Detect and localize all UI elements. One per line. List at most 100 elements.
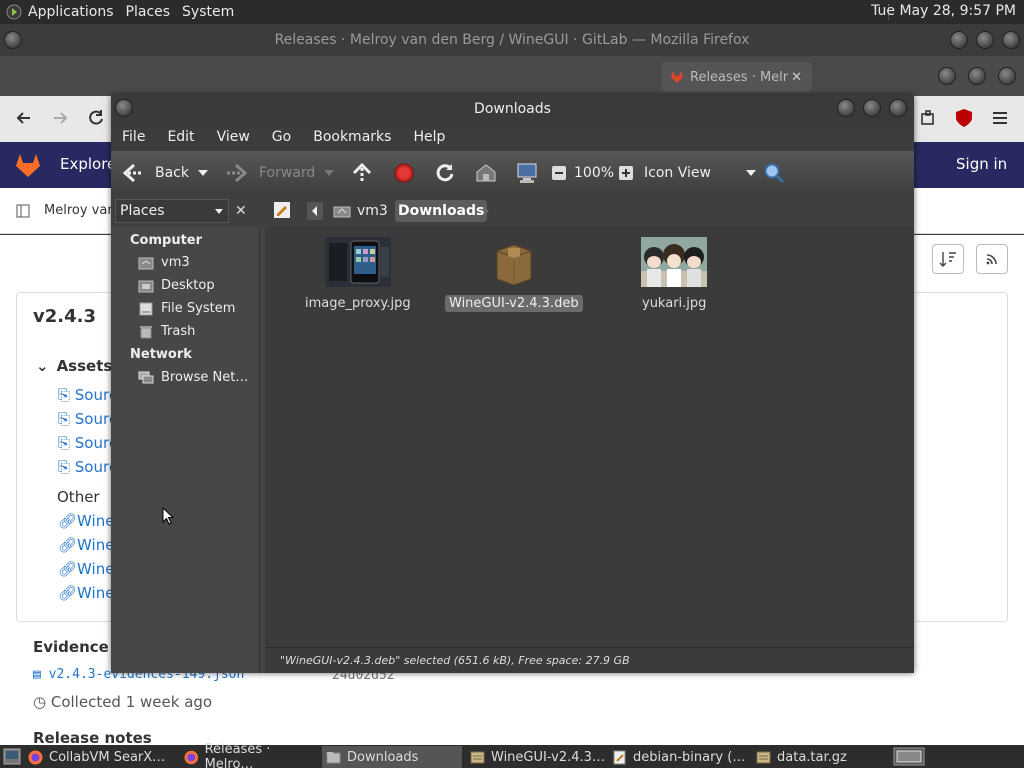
gitlab-favicon-icon: [670, 70, 684, 84]
tab-close-icon[interactable]: ✕: [791, 70, 802, 85]
stop-icon[interactable]: [393, 151, 415, 195]
view-mode-select[interactable]: Icon View: [644, 151, 757, 195]
file-item-winegui-deb[interactable]: WineGUI-v2.4.3.deb: [445, 237, 583, 312]
rss-button[interactable]: [976, 244, 1008, 274]
sidebar-item-browse-network[interactable]: Browse Net…: [138, 370, 248, 385]
firefox-maximize-button[interactable]: [976, 31, 994, 49]
sidebar-item-vm3[interactable]: vm3: [138, 255, 190, 270]
show-desktop-icon[interactable]: [3, 748, 21, 765]
firefox-title: Releases · Melroy van den Berg / WineGUI…: [274, 32, 750, 48]
other-heading: Other: [57, 488, 100, 506]
close-button[interactable]: [889, 99, 907, 117]
places-menu[interactable]: Places: [120, 0, 177, 24]
window-menu-button[interactable]: [115, 99, 133, 117]
menu-go[interactable]: Go: [261, 129, 302, 145]
trash-icon: [140, 325, 152, 338]
wine-link-4[interactable]: 🔗︎Wine: [58, 584, 114, 602]
clipboard-icon: ▤: [33, 667, 49, 682]
reload-icon[interactable]: [86, 108, 106, 128]
task-data-tar-gz[interactable]: data.tar.gz: [752, 746, 892, 768]
task-downloads[interactable]: Downloads: [322, 746, 462, 768]
release-title: v2.4.3: [33, 306, 96, 327]
maximize-button[interactable]: [863, 99, 881, 117]
forward-arrow-icon[interactable]: [50, 108, 70, 128]
path-button-downloads[interactable]: Downloads: [395, 200, 488, 222]
tab-releases[interactable]: Releases · Melr ✕: [662, 62, 812, 92]
wine-link-2[interactable]: 🔗︎Wine: [58, 536, 114, 554]
explore-link[interactable]: Explore: [60, 155, 116, 173]
zoom-level[interactable]: 100%: [574, 151, 614, 195]
sort-button[interactable]: [932, 244, 964, 274]
task-winegui-deb[interactable]: WineGUI-v2.4.3…: [466, 746, 606, 768]
rss-icon: [986, 254, 997, 265]
computer-icon[interactable]: [515, 151, 539, 195]
file-icon-view[interactable]: image_proxy.jpg WineGUI-v2.4.3.deb yukar…: [265, 227, 914, 647]
path-button-vm3[interactable]: vm3: [333, 200, 388, 222]
firefox-menu-button[interactable]: [4, 31, 22, 49]
ublock-icon[interactable]: [955, 108, 973, 128]
clock[interactable]: Tue May 28, 9:57 PM: [871, 3, 1016, 19]
gitlab-logo-icon[interactable]: [14, 152, 42, 178]
sidebar-toggle-icon[interactable]: [16, 204, 30, 218]
sidebar-item-trash[interactable]: Trash: [138, 324, 195, 339]
source-link-4[interactable]: ⎘ Sourc: [58, 458, 117, 476]
firefox-minimize-button[interactable]: [950, 31, 968, 49]
sidebar-item-file-system[interactable]: File System: [138, 301, 235, 316]
up-icon[interactable]: [352, 151, 372, 195]
source-link-2[interactable]: ⎘ Sourc: [58, 410, 117, 428]
menu-help[interactable]: Help: [402, 129, 456, 145]
mouse-cursor-icon: [162, 507, 174, 525]
file-item-image-proxy[interactable]: image_proxy.jpg: [301, 237, 415, 312]
collected-text: ◷ Collected 1 week ago: [33, 693, 213, 711]
firefox-tab-minimize[interactable]: [938, 67, 956, 85]
wine-link-1[interactable]: 🔗︎Wine: [58, 512, 114, 530]
task-collabvm-searx[interactable]: CollabVM SearX…: [24, 746, 176, 768]
edit-location-icon[interactable]: [273, 201, 291, 219]
zoom-out-icon[interactable]: [551, 151, 567, 195]
extensions-icon[interactable]: [918, 108, 938, 128]
zoom-in-icon[interactable]: [618, 151, 634, 195]
wine-link-3[interactable]: 🔗︎Wine: [58, 560, 114, 578]
task-releases-melroy[interactable]: Releases · Melro…: [180, 742, 320, 768]
system-menu[interactable]: System: [176, 0, 240, 24]
assets-heading[interactable]: ⌄ Assets: [36, 357, 112, 375]
path-scroll-right-icon[interactable]: [481, 202, 493, 220]
back-arrow-icon[interactable]: [14, 108, 34, 128]
menu-bookmarks[interactable]: Bookmarks: [302, 129, 402, 145]
back-button[interactable]: Back: [121, 151, 189, 195]
source-link-1[interactable]: ⎘ Sourc: [58, 386, 117, 404]
hamburger-menu-icon[interactable]: [990, 108, 1010, 128]
link-icon: 🔗︎: [58, 560, 78, 578]
text-editor-icon: [613, 750, 626, 764]
menu-edit[interactable]: Edit: [156, 129, 205, 145]
link-icon: 🔗︎: [58, 584, 78, 602]
toolbar: Back Forward 100% Icon View: [111, 151, 914, 195]
nautilus-titlebar[interactable]: Downloads: [111, 95, 914, 123]
path-scroll-left-icon[interactable]: [307, 202, 323, 220]
file-item-yukari[interactable]: yukari.jpg: [638, 237, 710, 312]
forward-icon: [225, 162, 249, 184]
close-sidebar-icon[interactable]: ✕: [235, 203, 247, 219]
places-selector[interactable]: Places: [115, 199, 229, 223]
applications-menu[interactable]: Applications: [0, 0, 120, 24]
task-debian-binary[interactable]: debian-binary (…: [608, 746, 750, 768]
forward-history-dropdown-icon[interactable]: [323, 151, 335, 195]
firefox-tab-strip: [0, 56, 1024, 96]
search-icon[interactable]: [763, 151, 785, 195]
firefox-close-button[interactable]: [1002, 31, 1020, 49]
minimize-button[interactable]: [837, 99, 855, 117]
back-history-dropdown-icon[interactable]: [197, 151, 209, 195]
sidebar-item-desktop[interactable]: Desktop: [138, 278, 215, 293]
home-icon[interactable]: [475, 151, 497, 195]
image-thumbnail-icon: [324, 237, 391, 287]
sign-in-link[interactable]: Sign in: [956, 155, 1007, 173]
reload-icon[interactable]: [434, 151, 456, 195]
source-link-3[interactable]: ⎘ Sourc: [58, 434, 117, 452]
breadcrumb[interactable]: Melroy van: [44, 203, 116, 218]
workspace-switcher-icon[interactable]: [893, 747, 925, 766]
firefox-tab-maximize[interactable]: [968, 67, 986, 85]
firefox-tab-close[interactable]: [998, 67, 1016, 85]
forward-button[interactable]: Forward: [225, 151, 315, 195]
menu-view[interactable]: View: [206, 129, 261, 145]
menu-file[interactable]: File: [111, 129, 156, 145]
